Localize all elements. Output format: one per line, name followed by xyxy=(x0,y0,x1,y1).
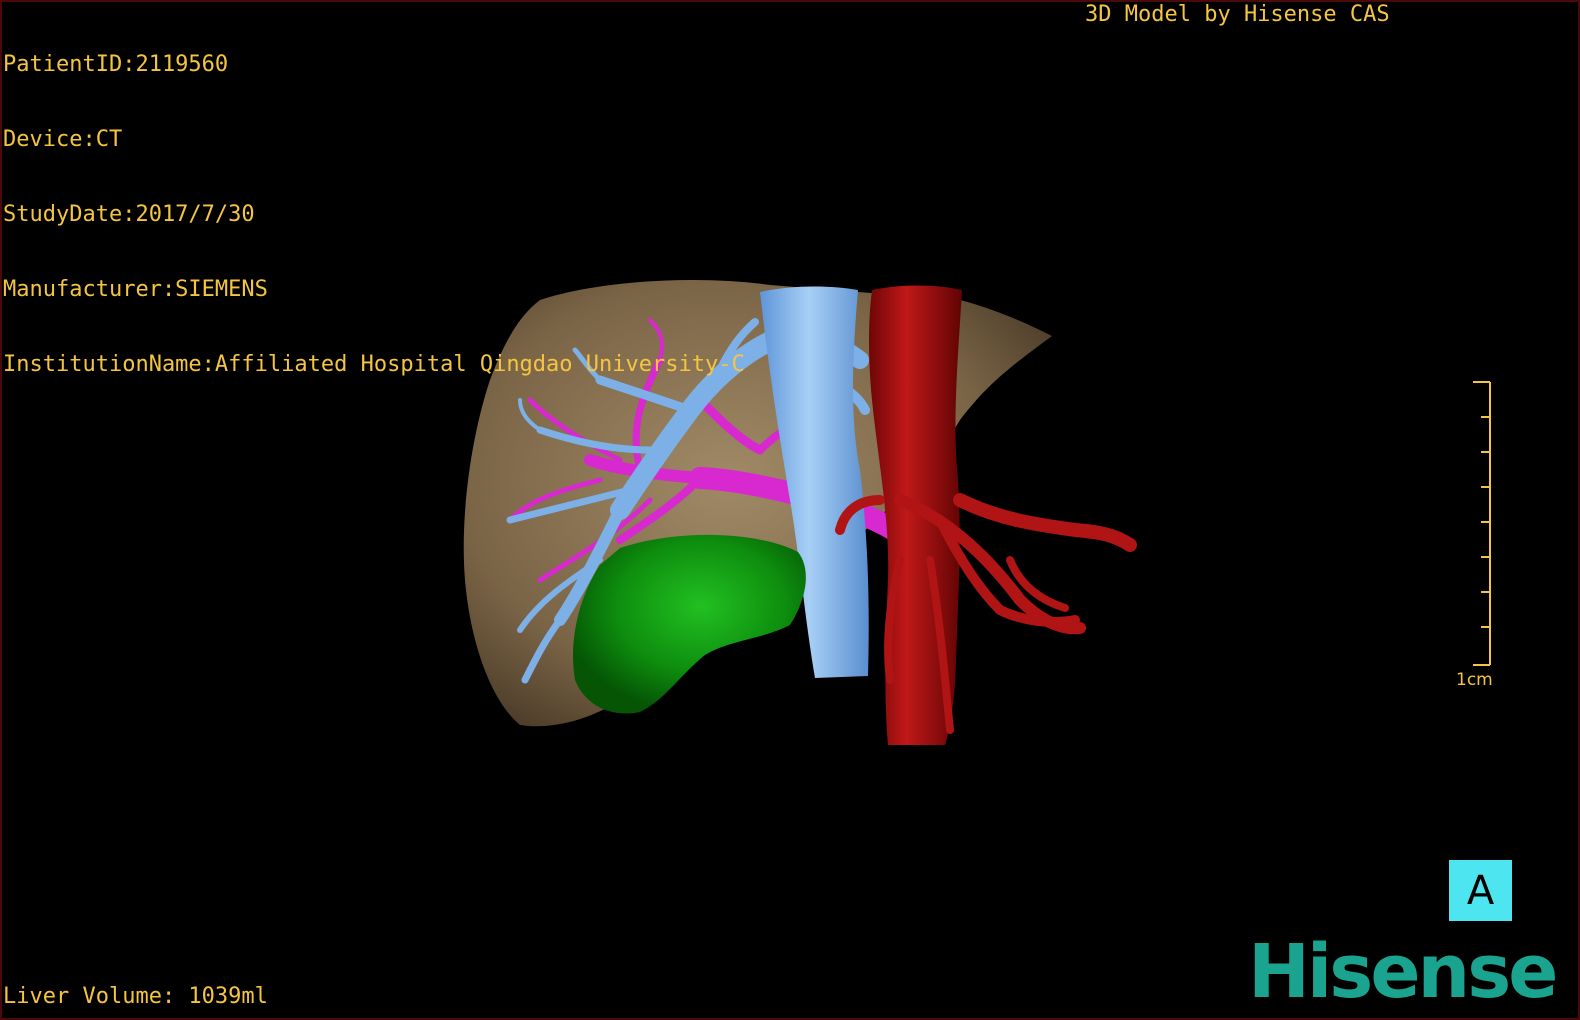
liver-volume-text: Liver Volume: 1039ml xyxy=(3,984,268,1009)
scale-bar-label: 1cm xyxy=(1456,670,1493,690)
model-credit-text: 3D Model by Hisense CAS xyxy=(1085,2,1390,27)
institution-text: InstitutionName:Affiliated Hospital Qing… xyxy=(3,352,745,377)
device-text: Device:CT xyxy=(3,127,123,152)
orientation-indicator[interactable]: A xyxy=(1449,860,1512,921)
scale-bar xyxy=(1473,381,1491,666)
kidney-model[interactable] xyxy=(572,534,806,714)
study-date-text: StudyDate:2017/7/30 xyxy=(3,202,255,227)
study-info-overlay: PatientID:2119560 Device:CT StudyDate:20… xyxy=(3,2,745,402)
manufacturer-text: Manufacturer:SIEMENS xyxy=(3,277,268,302)
hisense-logo: Hisense xyxy=(1248,929,1558,1015)
patient-id-text: PatientID:2119560 xyxy=(3,52,229,77)
